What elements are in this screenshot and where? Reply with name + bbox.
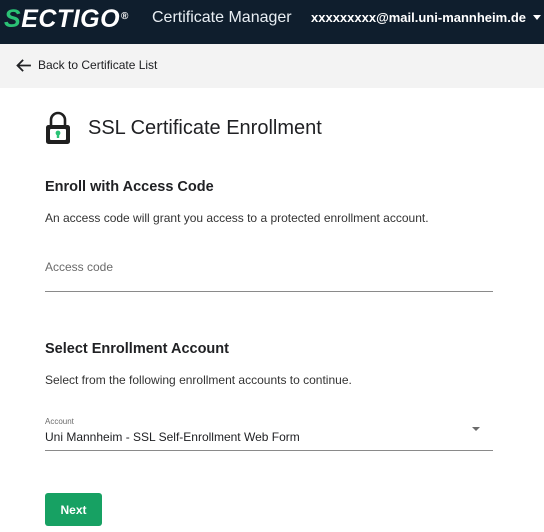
access-code-field[interactable] [45, 255, 493, 292]
caret-down-icon[interactable] [472, 427, 480, 431]
enrollment-account-section-title: Select Enrollment Account [45, 341, 229, 357]
navigation-bar: Back to Certificate List [0, 44, 544, 88]
sectigo-logo[interactable]: SECTIGO® [4, 5, 129, 33]
access-code-input[interactable] [45, 260, 493, 274]
caret-down-icon[interactable] [533, 15, 541, 20]
arrow-left-icon [16, 58, 31, 72]
page-heading: SSL Certificate Enrollment [44, 110, 322, 146]
access-code-description: An access code will grant you access to … [45, 211, 429, 225]
page-title: SSL Certificate Enrollment [88, 117, 322, 139]
account-select-label: Account [45, 417, 74, 426]
account-select[interactable]: Account Uni Mannheim - SSL Self-Enrollme… [45, 414, 493, 451]
account-select-value: Uni Mannheim - SSL Self-Enrollment Web F… [45, 430, 300, 444]
enrollment-account-description: Select from the following enrollment acc… [45, 373, 352, 387]
back-link-label: Back to Certificate List [38, 58, 158, 72]
access-code-section-title: Enroll with Access Code [45, 179, 214, 195]
back-to-list-link[interactable]: Back to Certificate List [16, 58, 157, 72]
next-button[interactable]: Next [45, 493, 102, 526]
app-header: SECTIGO® Certificate Manager xxxxxxxxx@m… [0, 0, 544, 44]
app-title: Certificate Manager [152, 9, 292, 26]
user-menu[interactable]: xxxxxxxxx@mail.uni-mannheim.de [311, 9, 526, 27]
lock-icon [46, 111, 70, 144]
